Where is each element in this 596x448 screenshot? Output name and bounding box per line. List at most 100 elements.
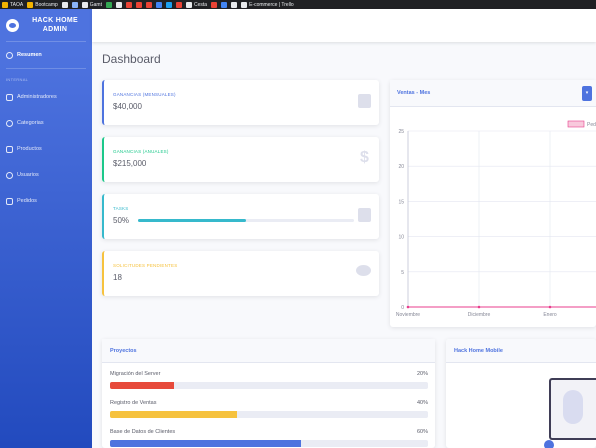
project-progress-bar xyxy=(110,411,428,418)
bookmark-item[interactable] xyxy=(221,1,228,8)
bookmark-item[interactable] xyxy=(136,1,142,8)
stat-label: TASKS xyxy=(113,206,129,211)
project-progress-fill xyxy=(110,411,238,418)
bookmark-item[interactable]: TAOA xyxy=(2,1,24,8)
x-tick-label: Diciembre xyxy=(468,312,491,318)
calendar-icon xyxy=(358,94,371,108)
bookmark-item[interactable] xyxy=(211,1,218,8)
topbar xyxy=(92,9,596,42)
users-icon xyxy=(6,171,13,179)
illustration-dot xyxy=(544,440,554,448)
bookmark-icon xyxy=(146,1,152,8)
stat-label: SOLICITUDES PENDIENTES xyxy=(113,263,178,268)
bookmark-icon xyxy=(136,1,142,8)
chart-card-title: Ventas - Mes xyxy=(390,80,596,107)
bookmark-label: TAOA xyxy=(10,1,24,8)
project-progress-bar xyxy=(110,382,428,389)
page-title: Dashboard xyxy=(102,52,161,66)
mobile-card-title: Hack Home Mobile xyxy=(446,339,596,363)
box-icon xyxy=(6,145,13,153)
bookmark-label: Cesta xyxy=(194,1,208,8)
bookmark-icon xyxy=(221,1,228,8)
sales-line-chart: 0 5 10 15 20 25 Noviembre Diciembre Enero Pedi xyxy=(396,120,596,318)
y-tick-label: 20 xyxy=(398,164,404,170)
bookmark-icon xyxy=(61,1,68,8)
bookmark-item[interactable]: Cesta xyxy=(186,1,208,8)
bookmark-icon xyxy=(176,1,182,8)
bookmark-icon xyxy=(156,1,162,8)
bookmark-icon xyxy=(241,1,248,8)
bookmark-icon xyxy=(106,1,112,8)
sidebar-item-label: Administradores xyxy=(17,94,57,100)
stat-value: $215,000 xyxy=(113,159,147,168)
tasks-progress-fill xyxy=(138,219,246,222)
sidebar-item-categorias[interactable]: Categorias xyxy=(0,110,92,136)
chart-dropdown-button[interactable]: ▾ xyxy=(582,86,592,101)
mobile-card: Hack Home Mobile xyxy=(446,339,596,448)
bookmark-icon xyxy=(186,1,192,8)
brand-title: HACK HOME ADMIN xyxy=(32,17,78,33)
bookmark-icon xyxy=(211,1,218,8)
bookmark-item[interactable]: Bootcamp xyxy=(27,1,58,8)
bookmark-item[interactable] xyxy=(116,1,122,8)
project-name: Migración del Server xyxy=(110,371,161,377)
stat-value: 50% xyxy=(113,216,130,225)
projects-card: Proyectos Migración del Server 20% Registr… xyxy=(102,339,435,448)
bookmark-item[interactable] xyxy=(156,1,162,8)
bookmark-icon xyxy=(126,1,132,8)
legend-swatch xyxy=(567,120,585,128)
sidebar-item-label: Productos xyxy=(17,146,42,152)
sidebar-item-administradores[interactable]: Administradores xyxy=(0,84,92,110)
series-point xyxy=(548,305,552,309)
sidebar-heading: INTERNAL xyxy=(6,77,29,82)
bookmark-item[interactable] xyxy=(231,1,238,8)
bookmark-item[interactable] xyxy=(146,1,152,8)
bookmark-icon xyxy=(231,1,238,8)
bookmark-item[interactable] xyxy=(106,1,112,8)
project-percent: 40% xyxy=(416,400,428,406)
sidebar-item-usuarios[interactable]: Usuarios xyxy=(0,162,92,188)
stat-card-monthly: GANANCIAS (MENSUALES) $40,000 xyxy=(102,80,379,125)
sidebar-item-label: Usuarios xyxy=(17,172,39,178)
comments-icon xyxy=(356,265,371,276)
y-tick-label: 0 xyxy=(401,305,404,311)
clipboard-icon xyxy=(358,208,371,222)
project-progress-fill xyxy=(110,382,174,389)
projects-title: Proyectos xyxy=(102,339,435,363)
stat-label: GANANCIAS (ANUALES) xyxy=(113,149,169,154)
project-progress-fill xyxy=(110,440,301,447)
bookmark-icon xyxy=(166,1,172,8)
y-tick-label: 15 xyxy=(398,199,404,205)
cart-icon xyxy=(6,197,13,205)
y-tick-label: 10 xyxy=(398,235,404,241)
bookmark-item[interactable] xyxy=(166,1,172,8)
x-tick-label: Noviembre xyxy=(396,312,420,318)
bookmark-item[interactable] xyxy=(176,1,182,8)
x-tick-label: Enero xyxy=(543,312,557,318)
project-name: Base de Datos de Clientes xyxy=(110,429,176,435)
bookmark-item[interactable]: Gamt xyxy=(81,1,102,8)
sidebar-brand[interactable]: HACK HOME ADMIN xyxy=(0,9,92,41)
series-point xyxy=(406,305,410,309)
sales-chart-card: Ventas - Mes ▾ 0 5 10 15 20 25 Noviembre Diciem… xyxy=(390,80,596,327)
sidebar-item-pedidos[interactable]: Pedidos xyxy=(0,188,92,214)
bookmark-item[interactable]: E-commerce | Trello xyxy=(241,1,294,8)
bookmark-icon xyxy=(27,1,34,8)
bookmark-icon xyxy=(2,1,8,8)
bookmark-label: Gamt xyxy=(89,1,102,8)
brand-logo-icon xyxy=(6,18,19,32)
bookmarks-bar: TAOA Bootcamp Gamt Cesta E-commerce | Trello xyxy=(0,0,596,9)
bookmark-item[interactable] xyxy=(71,1,78,8)
sidebar: HACK HOME ADMIN Resumen INTERNAL Adminis… xyxy=(0,9,92,448)
bookmark-item[interactable] xyxy=(126,1,132,8)
bookmark-item[interactable] xyxy=(61,1,68,8)
stat-card-pending: SOLICITUDES PENDIENTES 18 xyxy=(102,251,379,296)
bookmark-icon xyxy=(81,1,88,8)
project-percent: 20% xyxy=(416,371,428,377)
sidebar-item-resumen[interactable]: Resumen xyxy=(0,42,92,68)
bookmark-label: E-commerce | Trello xyxy=(249,1,294,8)
stat-label: GANANCIAS (MENSUALES) xyxy=(113,92,176,97)
user-icon xyxy=(6,93,13,101)
sidebar-item-productos[interactable]: Productos xyxy=(0,136,92,162)
y-tick-label: 25 xyxy=(398,129,404,135)
